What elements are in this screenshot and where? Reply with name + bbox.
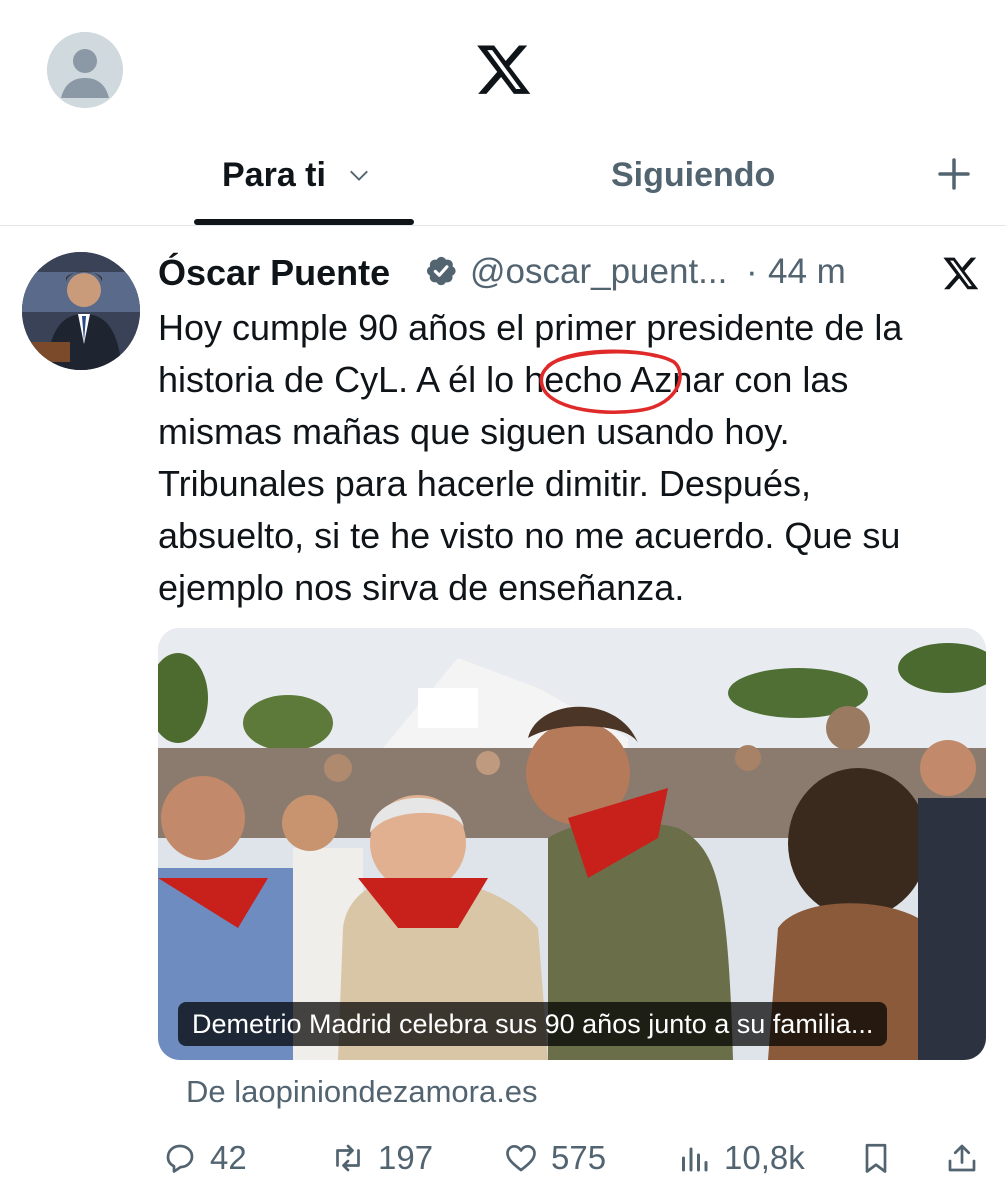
tab-label: Para ti	[222, 155, 326, 194]
tab-siguiendo[interactable]: Siguiendo	[611, 150, 775, 200]
author-photo	[22, 252, 140, 370]
like-count: 575	[551, 1139, 607, 1176]
reply-icon	[166, 1144, 194, 1173]
author-handle[interactable]: @oscar_puent...	[470, 252, 727, 292]
red-circle-annotation	[539, 349, 682, 414]
share-button[interactable]	[944, 1138, 980, 1178]
event-photo	[158, 628, 986, 1060]
tab-para-ti[interactable]: Para ti	[222, 150, 370, 200]
tab-label: Siguiendo	[611, 155, 776, 194]
chevron-down-icon[interactable]	[348, 164, 370, 186]
x-logo-icon	[477, 45, 531, 94]
heart-icon	[506, 1144, 536, 1172]
views-chart-icon	[682, 1147, 708, 1172]
meta-separator: ·	[746, 252, 758, 291]
author-name[interactable]: Óscar Puente	[158, 252, 390, 294]
like-button[interactable]: 575	[503, 1138, 606, 1178]
plus-icon[interactable]	[930, 150, 978, 198]
tweet-media-image[interactable]	[158, 628, 986, 1060]
bookmark-button[interactable]	[858, 1138, 894, 1178]
author-avatar[interactable]	[22, 252, 140, 370]
tweet-timestamp[interactable]: 44 m	[768, 252, 846, 292]
reply-button[interactable]: 42	[162, 1138, 247, 1178]
repost-button[interactable]: 197	[330, 1138, 433, 1178]
tab-divider	[0, 225, 1006, 226]
repost-count: 197	[378, 1139, 434, 1176]
repost-icon	[336, 1144, 360, 1172]
x-logo-icon	[943, 257, 979, 290]
share-icon	[948, 1144, 976, 1172]
views-count: 10,8k	[724, 1139, 805, 1176]
media-caption: Demetrio Madrid celebra sus 90 años junt…	[178, 1002, 888, 1046]
link-source[interactable]: De laopiniondezamora.es	[186, 1074, 538, 1110]
views-button[interactable]: 10,8k	[676, 1138, 805, 1178]
bookmark-icon	[865, 1143, 887, 1173]
verified-badge-icon	[426, 256, 456, 286]
default-avatar-icon	[47, 32, 123, 108]
profile-avatar-button[interactable]	[47, 32, 123, 108]
reply-count: 42	[210, 1139, 247, 1176]
